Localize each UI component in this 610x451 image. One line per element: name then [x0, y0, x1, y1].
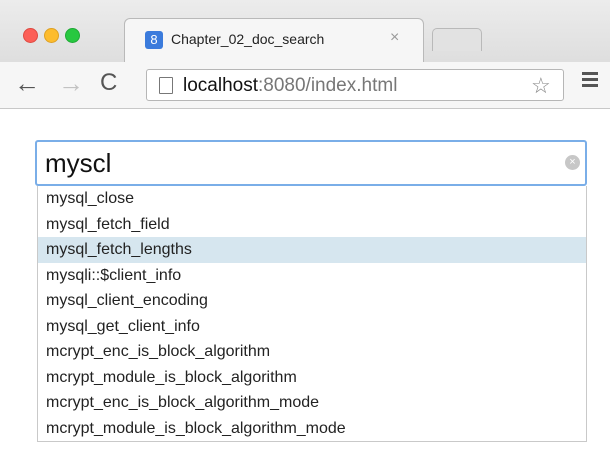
url-text[interactable]: localhost:8080/index.html	[183, 75, 397, 97]
suggestion-item[interactable]: mcrypt_enc_is_block_algorithm	[38, 339, 586, 365]
favicon-icon: 8	[145, 31, 163, 49]
reload-icon[interactable]: C	[100, 70, 117, 96]
suggestion-item[interactable]: mcrypt_enc_is_block_algorithm_mode	[38, 390, 586, 416]
page-icon	[159, 77, 173, 94]
suggestion-item[interactable]: mysqli::$client_info	[38, 263, 586, 289]
new-tab-button[interactable]	[432, 28, 482, 51]
bookmark-star-icon[interactable]: ☆	[531, 73, 551, 99]
tab-title: Chapter_02_doc_search	[171, 31, 325, 47]
suggestion-item[interactable]: mcrypt_module_is_block_algorithm	[38, 365, 586, 391]
search-box: ×	[35, 140, 587, 186]
suggestion-item[interactable]: mysql_close	[38, 186, 586, 212]
clear-search-icon[interactable]: ×	[565, 155, 580, 170]
back-icon[interactable]: ←	[14, 70, 40, 96]
close-window-button[interactable]	[23, 28, 38, 43]
forward-icon[interactable]: →	[58, 70, 84, 96]
url-host: localhost	[183, 75, 258, 96]
suggestion-item[interactable]: mysql_get_client_info	[38, 314, 586, 340]
url-path: :8080/index.html	[258, 75, 398, 96]
menu-icon[interactable]	[582, 72, 598, 90]
suggestion-item[interactable]: mysql_fetch_field	[38, 212, 586, 238]
suggestion-item[interactable]: mysql_fetch_lengths	[38, 237, 586, 263]
tab-close-icon[interactable]: ×	[390, 29, 399, 47]
search-input[interactable]	[39, 144, 556, 182]
address-bar[interactable]: localhost:8080/index.html ☆	[146, 69, 564, 101]
browser-tab[interactable]: 8 Chapter_02_doc_search ×	[124, 18, 424, 62]
autocomplete-list: mysql_close mysql_fetch_field mysql_fetch_…	[37, 186, 587, 442]
browser-titlebar: 8 Chapter_02_doc_search ×	[0, 0, 610, 62]
minimize-window-button[interactable]	[44, 28, 59, 43]
maximize-window-button[interactable]	[65, 28, 80, 43]
suggestion-item[interactable]: mysql_client_encoding	[38, 288, 586, 314]
suggestion-item[interactable]: mcrypt_module_is_block_algorithm_mode	[38, 416, 586, 442]
browser-toolbar: ← → C localhost:8080/index.html ☆	[0, 62, 610, 109]
